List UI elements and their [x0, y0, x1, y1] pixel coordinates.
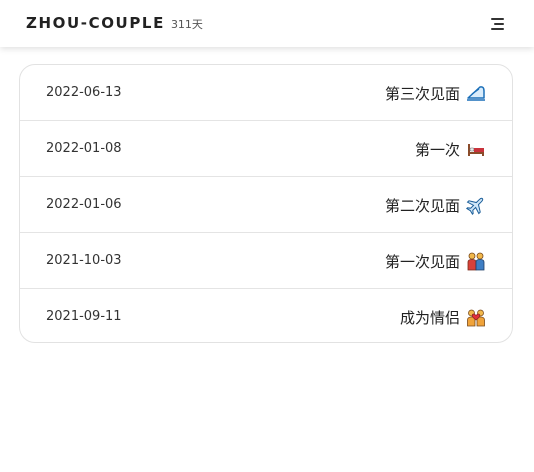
event-title: 第一次见面 [384, 252, 460, 271]
train-icon [467, 86, 485, 101]
bed-icon [468, 144, 484, 156]
timeline-row[interactable]: 2022-01-08 第一次 [20, 121, 512, 177]
menu-button[interactable] [490, 16, 506, 32]
event-date: 2022-01-06 [46, 197, 122, 212]
event-date: 2022-06-13 [46, 85, 122, 100]
timeline-row[interactable]: 2021-10-03 第一次见面 [20, 233, 512, 289]
event-title: 第二次见面 [384, 196, 460, 215]
timeline-row[interactable]: 2022-01-06 第二次见面 [20, 177, 512, 233]
couple-heart-icon [467, 309, 485, 327]
event-title: 第一次 [414, 140, 460, 159]
app-header: ZHOU-COUPLE 311天 [0, 0, 534, 47]
event-title: 成为情侣 [399, 308, 460, 327]
app-title: ZHOU-COUPLE [26, 14, 165, 32]
timeline-card: 2022-06-13 第三次见面 2022-01-08 第一次 2022-01-… [19, 64, 513, 343]
event-title: 第三次见面 [384, 84, 460, 103]
timeline-row[interactable]: 2021-09-11 成为情侣 [20, 289, 512, 342]
days-counter: 311天 [170, 18, 203, 31]
event-date: 2021-10-03 [46, 253, 122, 268]
brand: ZHOU-COUPLE 311天 [26, 14, 203, 32]
event-date: 2022-01-08 [46, 141, 122, 156]
event-date: 2021-09-11 [46, 309, 122, 324]
menu-icon [491, 18, 504, 30]
airplane-icon [466, 197, 484, 215]
timeline-row[interactable]: 2022-06-13 第三次见面 [20, 65, 512, 121]
couple-icon [467, 252, 485, 271]
